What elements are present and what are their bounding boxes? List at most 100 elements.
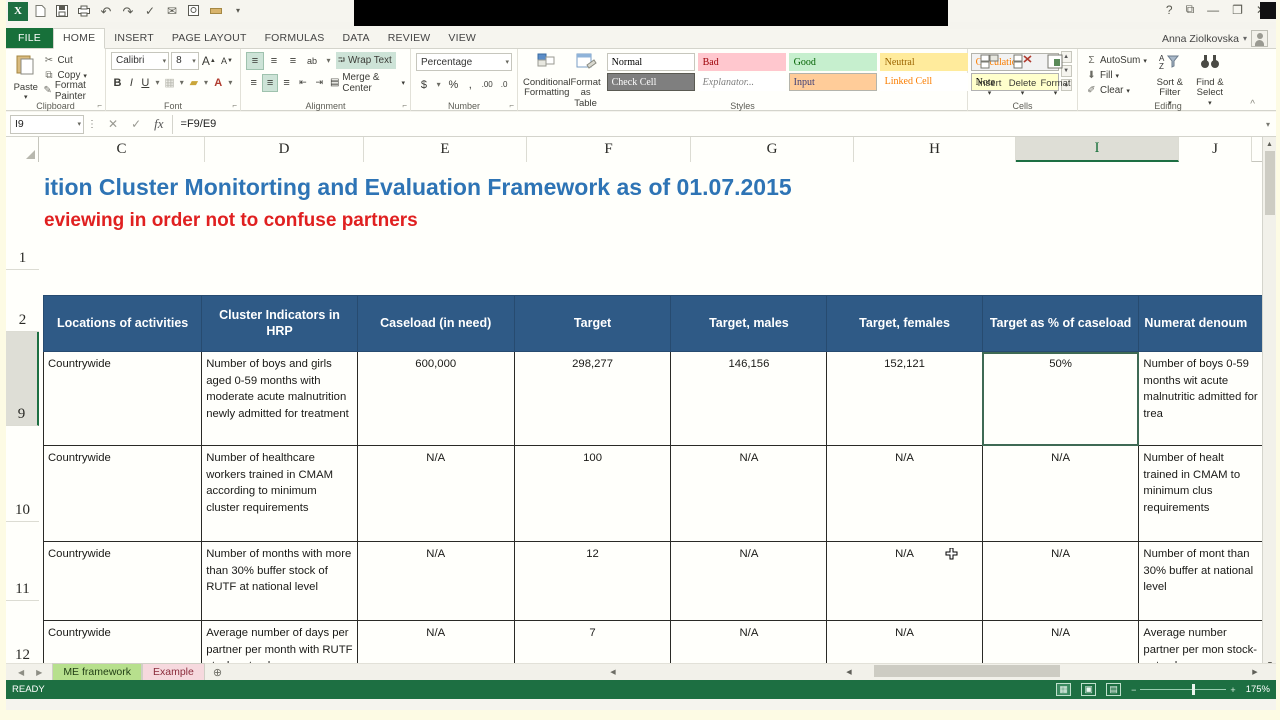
page-layout-view-button[interactable]: ▣ [1081, 683, 1096, 696]
orientation-button[interactable]: ab [303, 52, 321, 70]
page-break-preview-button[interactable]: ▤ [1106, 683, 1121, 696]
vertical-scroll-thumb[interactable] [1265, 151, 1275, 215]
vertical-scrollbar[interactable]: ▲ ▼ [1262, 137, 1276, 671]
restore-button[interactable]: ❐ [1232, 3, 1243, 17]
cell-target-females[interactable]: N/A [827, 446, 982, 542]
previous-sheet-button[interactable]: ◀ [18, 668, 24, 677]
th-caseload[interactable]: Caseload (in need) [357, 296, 514, 352]
tab-review[interactable]: REVIEW [379, 29, 440, 48]
quick-access-toolbar[interactable]: X ↶ ↷ ✓ ✉ ▾ [6, 2, 248, 21]
cell-numerator[interactable]: Number of mont than 30% buffer at nation… [1139, 542, 1266, 621]
cell-target-pct-selected[interactable]: 50% [982, 352, 1139, 446]
help-button[interactable]: ? [1166, 3, 1173, 17]
align-middle-button[interactable]: ≡ [265, 52, 283, 70]
sheet-tab-navigation[interactable]: ◀ ▶ [6, 668, 52, 677]
sheet-tab-me-framework[interactable]: ME framework [52, 663, 142, 681]
column-header-i[interactable]: I [1016, 137, 1179, 162]
font-color-button[interactable]: A [212, 74, 225, 92]
column-header-e[interactable]: E [364, 137, 527, 162]
th-target[interactable]: Target [514, 296, 671, 352]
zoom-knob[interactable] [1192, 684, 1195, 695]
minimize-button[interactable]: — [1207, 3, 1219, 17]
cell-target[interactable]: 12 [514, 542, 671, 621]
name-box[interactable]: I9▾ [10, 115, 84, 134]
align-bottom-button[interactable]: ≡ [284, 52, 302, 70]
increase-decimal-button[interactable]: .00 [479, 76, 495, 94]
align-top-button[interactable]: ≡ [246, 52, 264, 70]
bold-button[interactable]: B [111, 74, 124, 92]
clear-button[interactable]: ✐Clear▾ [1083, 83, 1150, 98]
style-bad[interactable]: Bad [698, 53, 786, 71]
number-dialog-launcher[interactable]: ⌐ [509, 101, 514, 110]
zoom-slider[interactable]: − + [1131, 685, 1236, 695]
style-explanatory-text[interactable]: Explanator... [698, 73, 786, 91]
tab-view[interactable]: VIEW [439, 29, 485, 48]
column-header-j[interactable]: J [1179, 137, 1252, 162]
paste-button[interactable]: Paste ▾ [11, 51, 40, 101]
th-target-males[interactable]: Target, males [671, 296, 827, 352]
redo-icon[interactable]: ↷ [118, 2, 138, 21]
formula-input[interactable]: =F9/E9 [173, 118, 1260, 130]
normal-view-button[interactable]: ▦ [1056, 683, 1071, 696]
spelling-icon[interactable]: ✓ [140, 2, 160, 21]
scroll-up-arrow[interactable]: ▲ [1263, 137, 1276, 151]
cell-target[interactable]: 298,277 [514, 352, 671, 446]
underline-button[interactable]: U [139, 74, 152, 92]
cut-button[interactable]: ✂Cut [40, 53, 100, 68]
alignment-dialog-launcher[interactable]: ⌐ [402, 101, 407, 110]
font-name-combo[interactable]: Calibri▾ [111, 52, 169, 70]
cell-indicator[interactable]: Number of months with more than 30% buff… [202, 542, 358, 621]
print-preview-icon[interactable] [74, 2, 94, 21]
style-input[interactable]: Input [789, 73, 877, 91]
tab-page-layout[interactable]: PAGE LAYOUT [163, 29, 256, 48]
fill-color-button[interactable]: ▰ [187, 74, 200, 92]
underline-dropdown[interactable]: ▾ [153, 74, 162, 92]
cell-target-males[interactable]: N/A [671, 446, 827, 542]
sort-filter-button[interactable]: AZ Sort & Filter▾ [1150, 51, 1190, 107]
touch-mode-icon[interactable] [206, 2, 226, 21]
save-icon[interactable] [52, 2, 72, 21]
cell-target-males[interactable]: N/A [671, 542, 827, 621]
tab-data[interactable]: DATA [334, 29, 379, 48]
email-icon[interactable]: ✉ [162, 2, 182, 21]
cell-indicator[interactable]: Number of boys and girls aged 0-59 month… [202, 352, 358, 446]
zoom-track[interactable] [1140, 689, 1226, 690]
th-target-females[interactable]: Target, females [827, 296, 982, 352]
style-normal[interactable]: Normal [607, 53, 695, 71]
cell-location[interactable]: Countrywide [44, 352, 202, 446]
format-cells-button[interactable]: Format▾ [1039, 51, 1072, 97]
decrease-decimal-button[interactable]: .0 [496, 76, 512, 94]
data-table[interactable]: Locations of activities Cluster Indicato… [43, 295, 1266, 671]
add-sheet-button[interactable]: ⊕ [213, 666, 222, 679]
currency-dropdown[interactable]: ▾ [433, 76, 444, 94]
select-all-button[interactable] [6, 137, 39, 162]
collapse-ribbon-button[interactable]: ^ [1250, 99, 1255, 110]
orientation-dropdown[interactable]: ▾ [322, 52, 335, 70]
cell-target-pct[interactable]: N/A [982, 446, 1139, 542]
style-linked-cell[interactable]: Linked Cell [880, 73, 968, 91]
expand-formula-bar-button[interactable]: ▾ [1260, 120, 1276, 129]
confirm-formula-icon[interactable]: ✓ [131, 117, 141, 131]
user-name-label[interactable]: Anna Ziolkovska [1162, 33, 1239, 45]
row-header-1[interactable]: 1 [6, 162, 39, 270]
borders-dropdown[interactable]: ▾ [177, 74, 186, 92]
customize-qat-icon[interactable]: ▾ [228, 2, 248, 21]
cell-location[interactable]: Countrywide [44, 446, 202, 542]
sheet-title-block[interactable]: ition Cluster Monitorting and Evaluation… [39, 162, 1266, 258]
horizontal-scrollbar[interactable]: ◀ ▶ [842, 664, 1262, 679]
increase-indent-button[interactable]: ⇥ [312, 74, 327, 92]
table-row[interactable]: Countrywide Number of healthcare workers… [44, 446, 1266, 542]
table-row[interactable]: Countrywide Number of months with more t… [44, 542, 1266, 621]
merge-center-button[interactable]: ▤ Merge & Center ▾ [328, 72, 405, 94]
style-good[interactable]: Good [789, 53, 877, 71]
insert-function-icon[interactable]: fx [154, 116, 163, 132]
row-header-10[interactable]: 10 [6, 426, 39, 522]
style-neutral[interactable]: Neutral [880, 53, 968, 71]
cell-numerator[interactable]: Number of boys 0-59 months wit acute mal… [1139, 352, 1266, 446]
column-header-c[interactable]: C [39, 137, 205, 162]
next-sheet-button[interactable]: ▶ [36, 668, 42, 677]
font-dialog-launcher[interactable]: ⌐ [232, 101, 237, 110]
clipboard-dialog-launcher[interactable]: ⌐ [97, 101, 102, 110]
ribbon-display-options-button[interactable]: ⧉ [1186, 2, 1195, 17]
align-center-button[interactable]: ≡ [262, 74, 278, 92]
